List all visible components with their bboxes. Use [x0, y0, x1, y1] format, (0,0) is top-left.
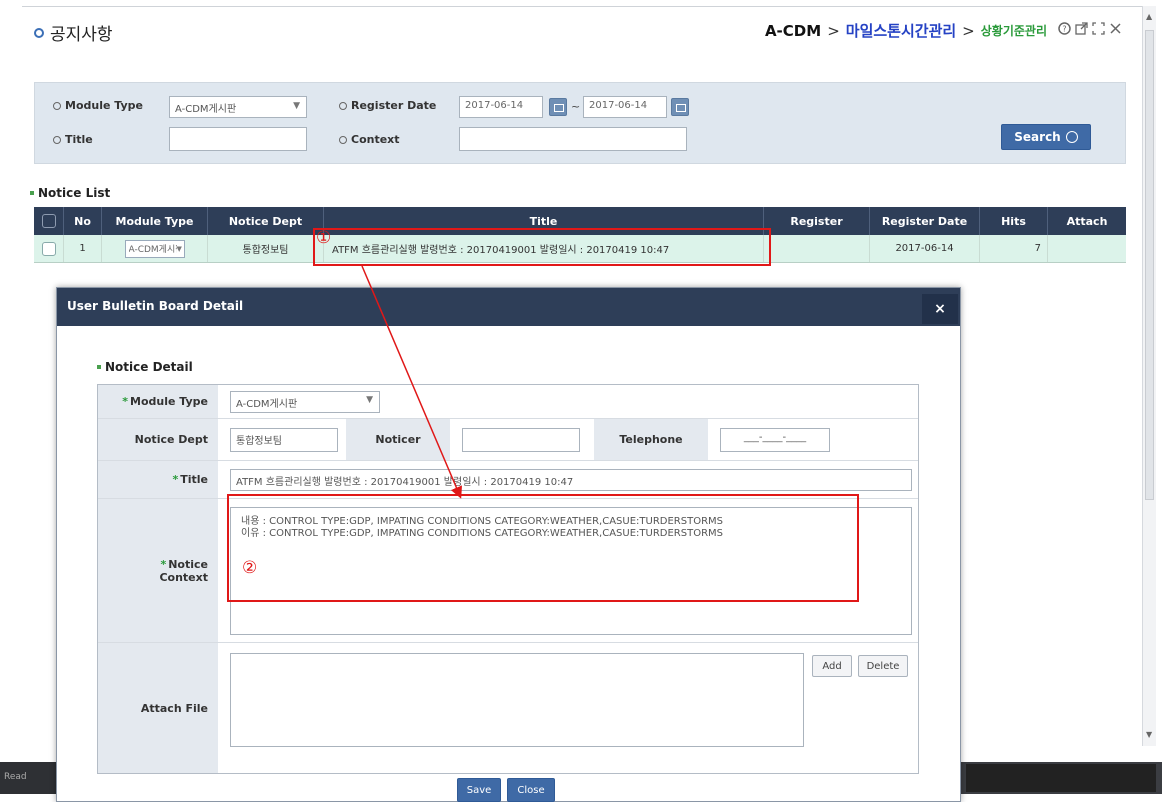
- annotation-arrow: [361, 265, 462, 499]
- app-window: 공지사항 A-CDM > 마일스톤시간관리 > 상황기준관리 ? Module …: [0, 0, 1162, 802]
